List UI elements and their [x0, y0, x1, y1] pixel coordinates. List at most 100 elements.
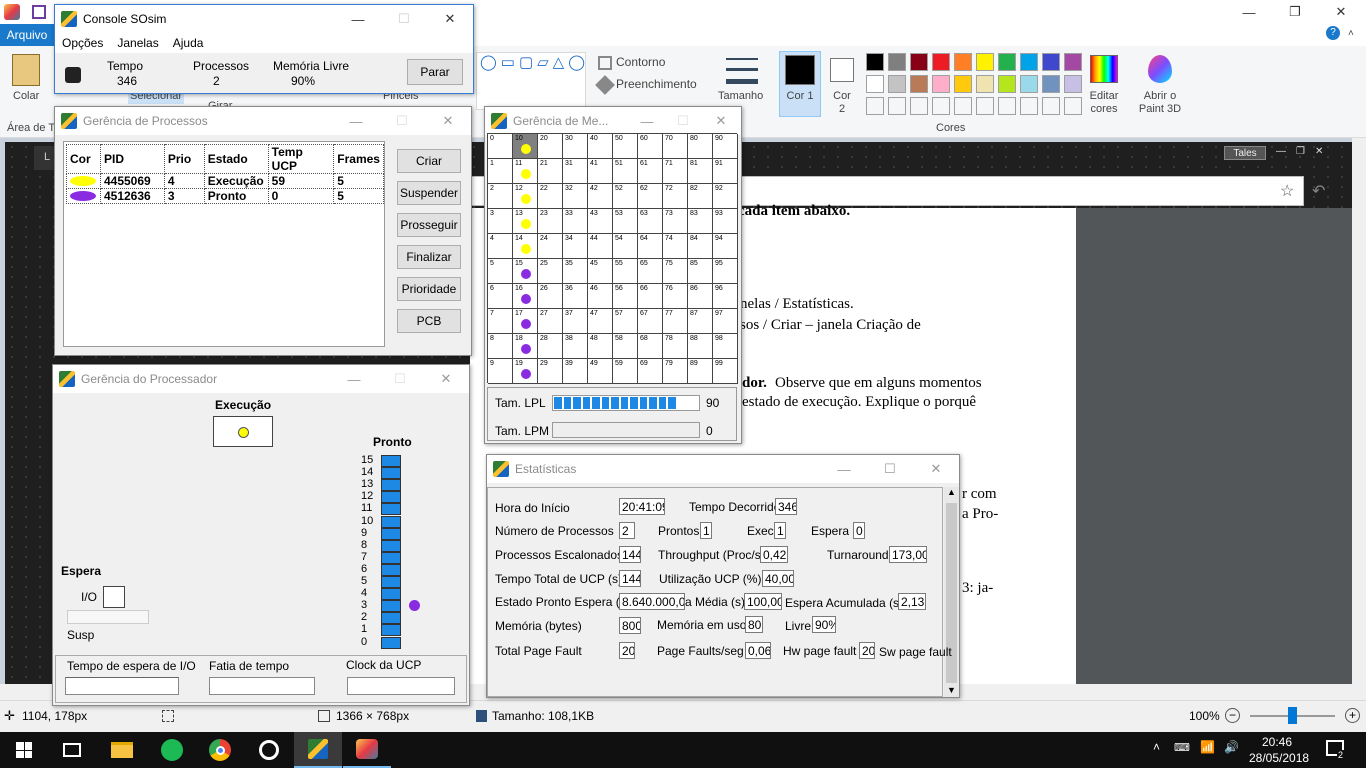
paste-label[interactable]: Colar: [13, 90, 39, 102]
volume-icon[interactable]: 🔊: [1224, 740, 1239, 754]
palette-swatch[interactable]: [1064, 53, 1082, 71]
paste-icon[interactable]: [12, 54, 40, 86]
close-icon[interactable]: ✕: [427, 5, 473, 33]
menu-janelas[interactable]: Janelas: [117, 36, 158, 50]
process-suspender-button[interactable]: Suspender: [397, 181, 461, 205]
paint-quick-access-icons[interactable]: [4, 4, 48, 20]
fill-label[interactable]: Preenchimento: [616, 77, 697, 91]
scroll-up-icon[interactable]: ▲: [947, 487, 956, 497]
paint-taskbar-button[interactable]: [343, 732, 391, 768]
palette-swatch[interactable]: [888, 75, 906, 93]
palette-swatch[interactable]: [998, 53, 1016, 71]
zoom-slider-thumb[interactable]: [1288, 707, 1297, 724]
clock-time[interactable]: 20:46: [1262, 735, 1292, 749]
tray-chevron-icon[interactable]: ˄: [1153, 740, 1160, 754]
ribbon-collapse-icon[interactable]: ˄: [1348, 28, 1354, 39]
palette-empty-swatch[interactable]: [1064, 97, 1082, 115]
back-arrow-icon[interactable]: ↶: [1312, 181, 1325, 201]
palette-empty-swatch[interactable]: [910, 97, 928, 115]
cpu-clock-slider[interactable]: [347, 677, 455, 695]
palette-swatch[interactable]: [954, 53, 972, 71]
zoom-in-icon[interactable]: +: [1345, 708, 1360, 723]
minimize-icon[interactable]: —: [333, 107, 379, 135]
palette-swatch[interactable]: [1042, 53, 1060, 71]
spotify-button[interactable]: [148, 732, 196, 768]
palette-swatch[interactable]: [1020, 75, 1038, 93]
palette-swatch[interactable]: [954, 75, 972, 93]
palette-swatch[interactable]: [910, 75, 928, 93]
help-icon[interactable]: ?: [1326, 26, 1340, 40]
size-icon[interactable]: [726, 58, 758, 84]
palette-swatch[interactable]: [888, 53, 906, 71]
palette-swatch[interactable]: [976, 53, 994, 71]
palette-swatch[interactable]: [866, 75, 884, 93]
start-button[interactable]: [0, 732, 48, 768]
outline-icon[interactable]: [598, 56, 612, 70]
palette-empty-swatch[interactable]: [888, 97, 906, 115]
task-view-button[interactable]: [48, 732, 96, 768]
clock-date[interactable]: 28/05/2018: [1249, 751, 1309, 765]
palette-empty-swatch[interactable]: [976, 97, 994, 115]
palette-empty-swatch[interactable]: [1042, 97, 1060, 115]
edit-colors-label[interactable]: Editar cores: [1086, 90, 1122, 116]
statistics-scrollbar[interactable]: ▲ ▼: [944, 487, 959, 697]
color2-swatch[interactable]: [830, 58, 854, 82]
minimize-icon[interactable]: —: [335, 5, 381, 33]
palette-swatch[interactable]: [1064, 75, 1082, 93]
paint3d-label[interactable]: Abrir o Paint 3D: [1134, 90, 1186, 116]
save-icon[interactable]: [32, 5, 46, 19]
close-icon[interactable]: ✕: [1318, 0, 1364, 24]
maximize-icon[interactable]: ☐: [867, 455, 913, 483]
process-pcb-button[interactable]: PCB: [397, 309, 461, 333]
close-icon[interactable]: ✕: [913, 455, 959, 483]
wifi-icon[interactable]: 📶: [1200, 740, 1215, 754]
size-label[interactable]: Tamanho: [718, 90, 763, 102]
palette-empty-swatch[interactable]: [954, 97, 972, 115]
palette-swatch[interactable]: [932, 75, 950, 93]
palette-empty-swatch[interactable]: [998, 97, 1016, 115]
palette-empty-swatch[interactable]: [1020, 97, 1038, 115]
bookmark-star-icon[interactable]: ☆: [1280, 181, 1294, 201]
shapes-gallery[interactable]: ◯▭▢▱△◯⬠⇨⇦⇧☆✧⬭⬜: [476, 52, 586, 110]
palette-swatch[interactable]: [932, 53, 950, 71]
paint-vertical-scrollbar[interactable]: [1352, 138, 1366, 684]
chrome-button[interactable]: [196, 732, 244, 768]
close-icon[interactable]: ✕: [425, 107, 471, 135]
keyboard-icon[interactable]: ⌨: [1174, 741, 1190, 754]
restore-icon[interactable]: ❐: [1272, 0, 1318, 24]
palette-swatch[interactable]: [1020, 53, 1038, 71]
minimize-icon[interactable]: —: [331, 365, 377, 393]
process-criar-button[interactable]: Criar: [397, 149, 461, 173]
io-wait-slider[interactable]: [65, 677, 179, 695]
app-ring-button[interactable]: [245, 732, 293, 768]
palette-swatch[interactable]: [976, 75, 994, 93]
file-explorer-button[interactable]: [98, 732, 146, 768]
user-badge[interactable]: Tales: [1224, 146, 1266, 160]
sosim-taskbar-button[interactable]: [294, 732, 342, 768]
process-finalizar-button[interactable]: Finalizar: [397, 245, 461, 269]
palette-empty-swatch[interactable]: [866, 97, 884, 115]
minimize-icon[interactable]: —: [629, 107, 665, 135]
table-row[interactable]: 4512636 3 Pronto 0 5: [66, 188, 384, 204]
paint3d-icon[interactable]: [1148, 55, 1172, 83]
minimize-icon[interactable]: —: [1226, 0, 1272, 24]
edit-colors-icon[interactable]: [1090, 55, 1118, 83]
close-icon[interactable]: ✕: [423, 365, 469, 393]
time-slice-slider[interactable]: [209, 677, 315, 695]
scroll-down-icon[interactable]: ▼: [947, 685, 956, 695]
palette-swatch[interactable]: [998, 75, 1016, 93]
palette-swatch[interactable]: [1042, 75, 1060, 93]
process-prioridade-button[interactable]: Prioridade: [397, 277, 461, 301]
minimize-icon[interactable]: —: [821, 455, 867, 483]
palette-swatch[interactable]: [910, 53, 928, 71]
outline-label[interactable]: Contorno: [616, 55, 665, 69]
table-row[interactable]: 4455069 4 Execução 59 5: [66, 173, 384, 189]
palette-swatch[interactable]: [866, 53, 884, 71]
process-prosseguir-button[interactable]: Prosseguir: [397, 213, 461, 237]
menu-opcoes[interactable]: Opções: [62, 36, 103, 50]
menu-ajuda[interactable]: Ajuda: [173, 36, 204, 50]
palette-empty-swatch[interactable]: [932, 97, 950, 115]
file-menu-tab[interactable]: Arquivo: [0, 24, 54, 46]
close-icon[interactable]: ✕: [701, 107, 741, 135]
stop-button[interactable]: Parar: [407, 59, 463, 85]
